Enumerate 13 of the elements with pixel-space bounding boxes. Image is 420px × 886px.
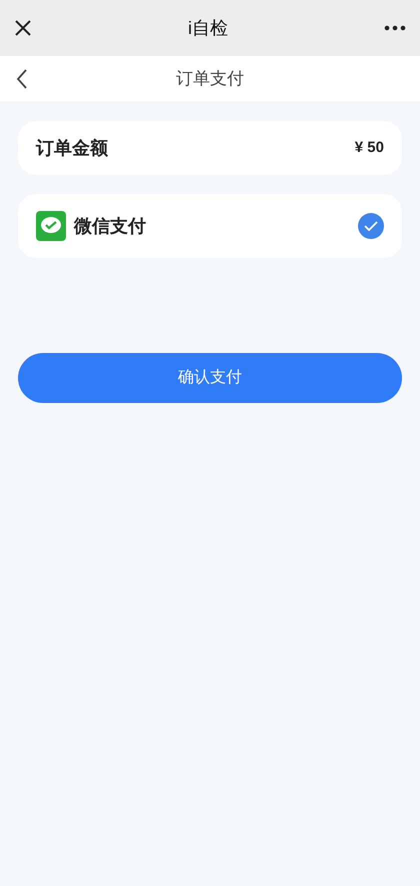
payment-method-label: 微信支付	[74, 214, 146, 238]
order-amount: ¥ 50	[354, 138, 384, 158]
more-icon[interactable]	[384, 25, 406, 31]
close-icon[interactable]	[14, 19, 32, 37]
back-icon[interactable]	[16, 68, 28, 88]
radio-check[interactable]	[358, 213, 384, 239]
page-title: 订单支付	[176, 68, 244, 90]
window-title: i自检	[188, 16, 228, 40]
check-icon	[364, 221, 378, 231]
confirm-pay-button[interactable]: 确认支付	[18, 353, 402, 403]
payment-option[interactable]: 微信支付	[18, 194, 402, 258]
order-amount-label: 订单金额	[36, 136, 108, 160]
wechat-pay-icon	[36, 211, 66, 241]
